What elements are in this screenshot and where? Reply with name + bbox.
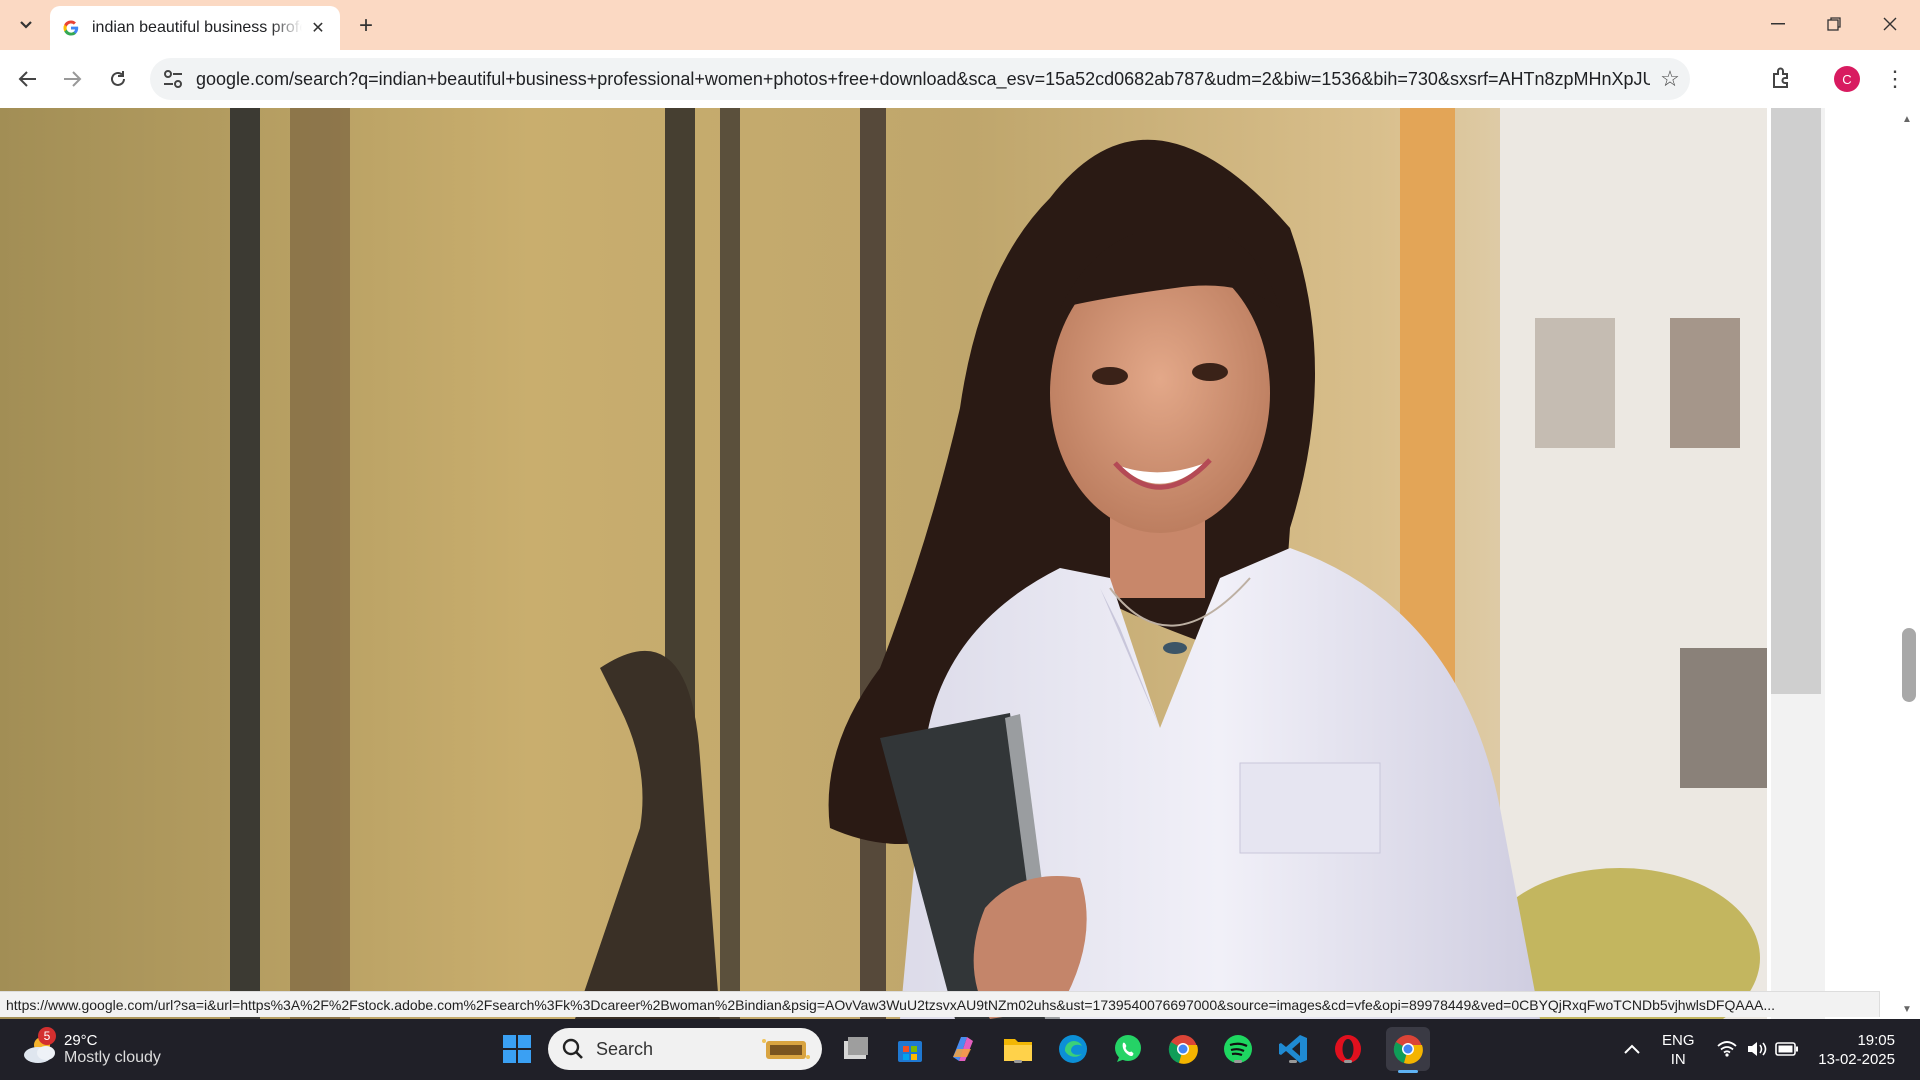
arrow-right-icon (64, 71, 82, 87)
scroll-up-arrow-icon[interactable]: ▲ (1902, 114, 1912, 125)
profile-avatar[interactable]: C (1834, 66, 1860, 92)
reload-button[interactable] (100, 62, 136, 96)
close-icon (1883, 17, 1897, 31)
chrome-icon (1393, 1035, 1423, 1064)
extensions-icon[interactable] (1766, 64, 1796, 94)
volume-button[interactable] (1740, 1032, 1774, 1066)
task-view-icon (844, 1037, 868, 1059)
wifi-button[interactable] (1710, 1032, 1744, 1066)
whatsapp-icon (1115, 1035, 1141, 1062)
weather-badge: 5 (38, 1027, 56, 1045)
microsoft-store-button[interactable] (893, 1032, 927, 1066)
reload-icon (111, 71, 125, 86)
region-code: IN (1670, 1051, 1686, 1068)
system-clock[interactable]: 19:05 13-02-2025 (1815, 1031, 1895, 1069)
weather-icon: 5 (20, 1027, 60, 1069)
url-text[interactable]: google.com/search?q=indian+beautiful+bus… (196, 69, 1650, 90)
active-tab[interactable]: indian beautiful business professional w… (50, 6, 340, 50)
vscode-button[interactable] (1276, 1032, 1310, 1066)
speaker-icon (1748, 1042, 1767, 1056)
viewer-scroll-thumb[interactable] (1771, 108, 1821, 694)
close-window-button[interactable] (1862, 6, 1918, 42)
show-hidden-icons-button[interactable] (1615, 1032, 1649, 1066)
address-bar[interactable]: google.com/search?q=indian+beautiful+bus… (150, 58, 1690, 100)
restore-button[interactable] (1806, 6, 1862, 42)
battery-icon (1775, 1042, 1798, 1056)
tab-strip: indian beautiful business professional w… (0, 0, 1920, 50)
opera-button[interactable] (1331, 1032, 1365, 1066)
page-content: ▲ ▼ (0, 108, 1920, 1019)
tab-title: indian beautiful business professional w… (92, 19, 302, 36)
whatsapp-button[interactable] (1111, 1032, 1145, 1066)
page-scrollbar[interactable] (1898, 108, 1920, 1019)
running-indicator (1344, 1060, 1352, 1063)
bookmark-star-icon[interactable]: ☆ (1650, 66, 1690, 92)
task-view-button[interactable] (838, 1032, 872, 1066)
minimize-icon (1771, 23, 1785, 25)
folder-icon (1004, 1039, 1032, 1061)
spotify-button[interactable] (1221, 1032, 1255, 1066)
active-indicator (1398, 1070, 1418, 1073)
running-indicator (1014, 1060, 1022, 1063)
edge-icon (1059, 1035, 1087, 1063)
site-info-icon[interactable] (162, 68, 184, 90)
weather-temperature: 29°C (64, 1031, 98, 1049)
browser-menu-icon[interactable]: ⋮ (1880, 64, 1910, 94)
weather-condition: Mostly cloudy (64, 1048, 161, 1066)
chevron-up-icon (1624, 1044, 1640, 1054)
page-scroll-thumb[interactable] (1902, 628, 1916, 702)
preview-image[interactable] (0, 108, 1767, 1019)
search-icon (562, 1038, 583, 1059)
windows-logo-icon (503, 1035, 531, 1063)
edge-button[interactable] (1056, 1032, 1090, 1066)
language-code: ENG (1662, 1032, 1695, 1049)
link-status-bar: https://www.google.com/url?sa=i&url=http… (0, 991, 1880, 1017)
forward-button[interactable] (54, 62, 90, 96)
file-explorer-button[interactable] (1001, 1032, 1035, 1066)
running-indicator (1289, 1060, 1297, 1063)
search-label: Search (596, 1038, 654, 1059)
chrome-icon (1168, 1035, 1198, 1064)
search-highlight-icon (762, 1039, 810, 1059)
copilot-button[interactable] (946, 1032, 980, 1066)
battery-button[interactable] (1770, 1032, 1804, 1066)
chevron-down-icon (20, 21, 32, 29)
wifi-icon (1717, 1041, 1737, 1057)
google-favicon-icon (63, 20, 79, 36)
chrome-active-button[interactable] (1386, 1027, 1430, 1073)
woman-professional-photo (0, 108, 1767, 1019)
tab-search-dropdown[interactable] (8, 10, 44, 40)
new-tab-button[interactable]: + (352, 12, 380, 40)
minimize-button[interactable] (1750, 6, 1806, 42)
scroll-down-arrow-icon[interactable]: ▼ (1902, 1004, 1912, 1015)
clock-time: 19:05 (1857, 1032, 1895, 1049)
taskbar-search[interactable]: Search (548, 1028, 822, 1070)
language-indicator[interactable]: ENG IN (1662, 1031, 1695, 1069)
weather-widget[interactable]: 5 29°C Mostly cloudy (20, 1027, 161, 1069)
copilot-icon (953, 1037, 973, 1061)
clock-date: 13-02-2025 (1818, 1051, 1895, 1068)
restore-icon (1827, 17, 1841, 31)
windows-taskbar: 5 29°C Mostly cloudy Search ENG IN 19:05… (0, 1019, 1920, 1080)
chrome-button[interactable] (1166, 1032, 1200, 1066)
browser-toolbar: google.com/search?q=indian+beautiful+bus… (0, 50, 1920, 108)
start-button[interactable] (500, 1032, 534, 1066)
back-button[interactable] (10, 62, 46, 96)
store-icon (898, 1041, 922, 1062)
tab-close-icon[interactable]: ✕ (308, 18, 328, 38)
arrow-left-icon (18, 71, 36, 87)
running-indicator (1234, 1060, 1242, 1063)
